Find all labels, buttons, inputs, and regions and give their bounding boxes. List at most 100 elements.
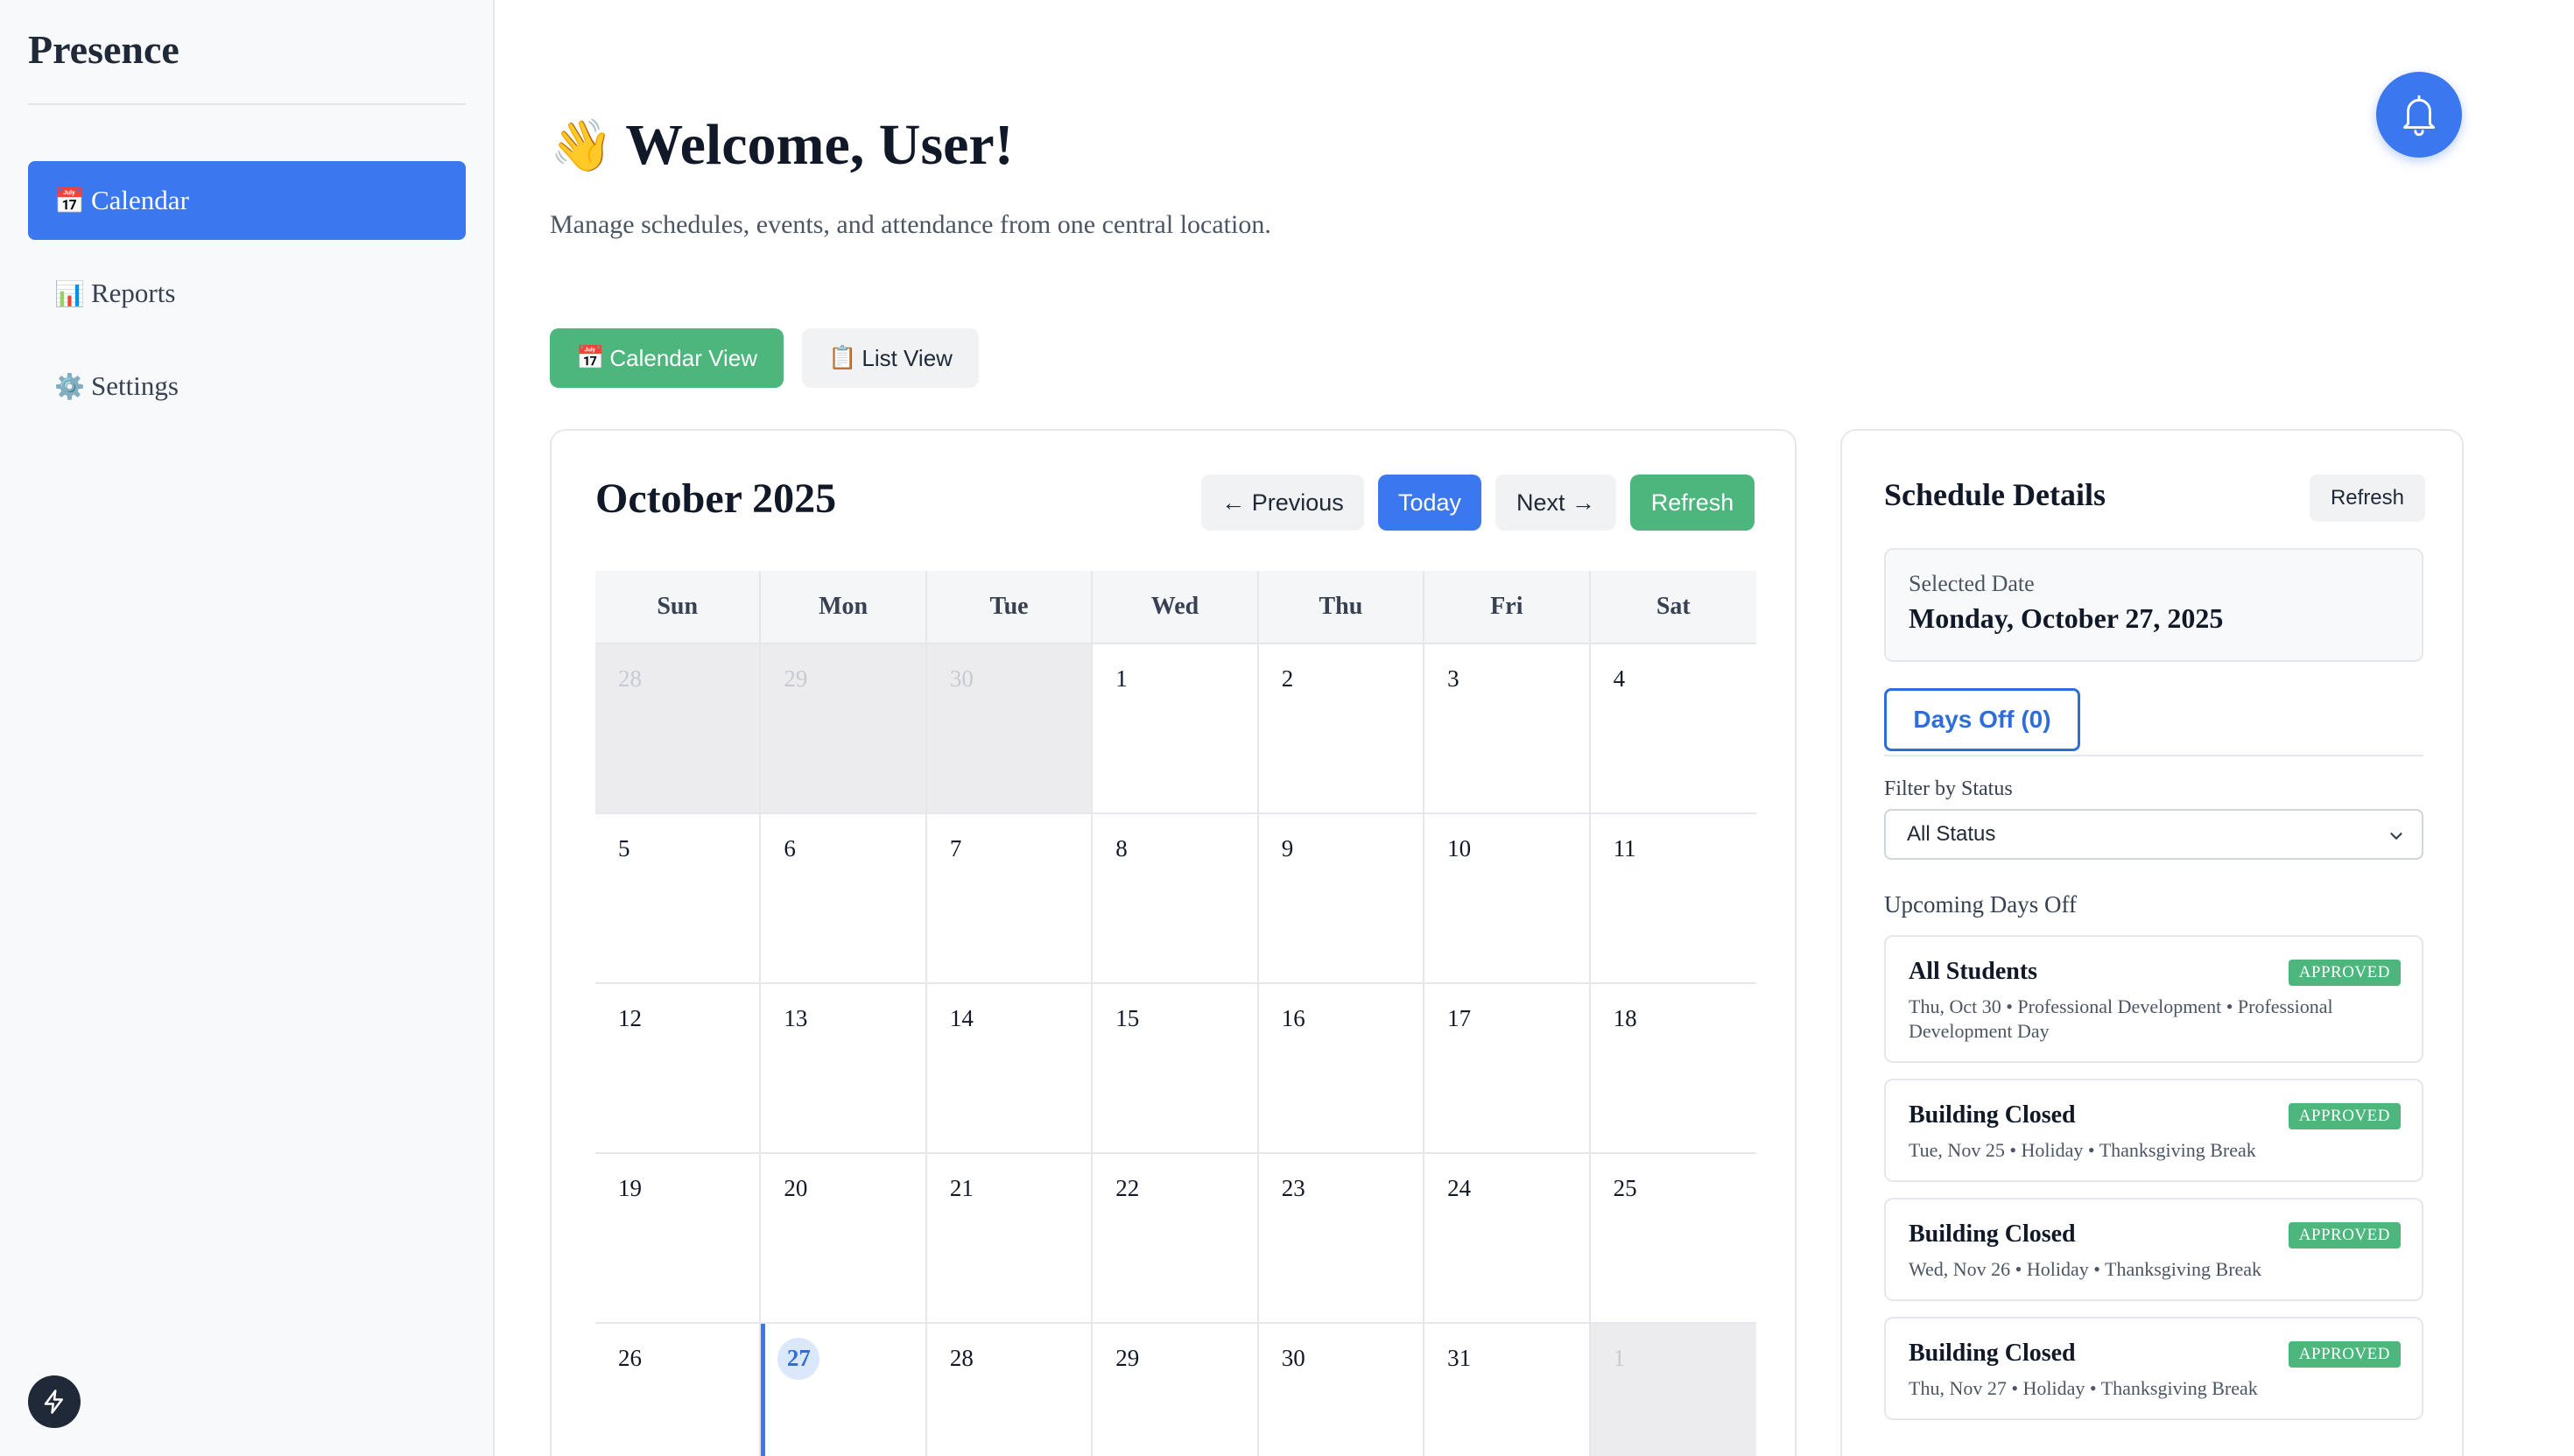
- sidebar-item-calendar[interactable]: 📅 Calendar: [28, 161, 466, 240]
- calendar-day[interactable]: 1: [1093, 644, 1259, 812]
- weekday-label: Sat: [1656, 593, 1691, 620]
- day-off-card[interactable]: Building Closed APPROVED Thu, Nov 27 • H…: [1884, 1317, 2423, 1420]
- day-off-card[interactable]: Building Closed APPROVED Tue, Nov 25 • H…: [1884, 1079, 2423, 1182]
- list-view-label: List View: [862, 344, 953, 371]
- calendar-day[interactable]: 7: [927, 814, 1094, 982]
- selected-date-value: Monday, October 27, 2025: [1909, 602, 2224, 634]
- notifications-button[interactable]: [2376, 72, 2462, 158]
- weekday-label: Wed: [1093, 571, 1259, 643]
- weekday-label: Fri: [1424, 571, 1591, 643]
- calendar-icon: 📅: [576, 345, 605, 371]
- calendar-day[interactable]: 17: [1424, 984, 1591, 1152]
- calendar-grid: Sun Mon Tue Wed Thu Fri Sat 28 29 30 1 2…: [595, 571, 1756, 1456]
- calendar-day[interactable]: 2: [1259, 644, 1425, 812]
- lightning-icon: [44, 1389, 63, 1414]
- calendar-day[interactable]: 19: [595, 1154, 762, 1322]
- status-badge: APPROVED: [2288, 960, 2401, 986]
- sidebar: Presence 📅 Calendar 📊 Reports ⚙️ Setting…: [0, 0, 495, 1456]
- calendar-day[interactable]: 13: [761, 984, 927, 1152]
- calendar-day[interactable]: 25: [1591, 1154, 1756, 1322]
- welcome-text: Welcome, User!: [625, 113, 1014, 177]
- calendar-view-label: Calendar View: [609, 344, 757, 371]
- clipboard-icon: 📋: [828, 345, 857, 371]
- bar-chart-icon: 📊: [54, 278, 85, 308]
- status-badge: APPROVED: [2288, 1341, 2401, 1368]
- calendar-day[interactable]: 28: [927, 1324, 1094, 1456]
- page-title: 👋 Welcome, User!: [550, 112, 1014, 179]
- calendar-day[interactable]: 6: [761, 814, 927, 982]
- calendar-day[interactable]: 15: [1093, 984, 1259, 1152]
- waving-hand-icon: 👋: [550, 115, 614, 175]
- selected-date-box: Selected Date Monday, October 27, 2025: [1884, 548, 2423, 662]
- calendar-day[interactable]: 3: [1424, 644, 1591, 812]
- weekday-label: Sun: [595, 571, 762, 643]
- day-off-meta: Thu, Oct 30 • Professional Development •…: [1909, 995, 2333, 1042]
- bell-icon: [2402, 95, 2436, 137]
- previous-month-button[interactable]: ← Previous: [1201, 475, 1364, 531]
- calendar-day-outside-month[interactable]: 28: [595, 644, 762, 812]
- calendar-day[interactable]: 12: [595, 984, 762, 1152]
- sidebar-item-settings[interactable]: ⚙️ Settings: [28, 347, 466, 426]
- calendar-day-outside-month[interactable]: 1: [1590, 1324, 1756, 1456]
- calendar-icon: 📅: [54, 186, 85, 215]
- status-filter-value: All Status: [1907, 822, 1996, 846]
- day-off-meta: Wed, Nov 26 • Holiday • Thanksgiving Bre…: [1909, 1258, 2262, 1280]
- calendar-day[interactable]: 14: [927, 984, 1094, 1152]
- calendar-day[interactable]: 24: [1424, 1154, 1591, 1322]
- calendar-day[interactable]: 30: [1259, 1324, 1425, 1456]
- calendar-day[interactable]: 5: [595, 814, 762, 982]
- schedule-details-title: Schedule Details: [1884, 477, 2106, 512]
- calendar-day[interactable]: 8: [1093, 814, 1259, 982]
- day-off-card[interactable]: Building Closed APPROVED Wed, Nov 26 • H…: [1884, 1198, 2423, 1301]
- calendar-day-outside-month[interactable]: 30: [926, 644, 1094, 812]
- status-filter-select[interactable]: All Status: [1884, 809, 2423, 860]
- today-date-badge: 27: [777, 1337, 820, 1380]
- tab-days-off[interactable]: Days Off (0): [1884, 688, 2080, 751]
- weekday-label: Tue: [927, 571, 1094, 643]
- calendar-day[interactable]: 29: [1093, 1324, 1259, 1456]
- brand-title: Presence: [28, 27, 179, 72]
- calendar-day[interactable]: 20: [761, 1154, 927, 1322]
- calendar-day[interactable]: 23: [1259, 1154, 1425, 1322]
- calendar-day[interactable]: 11: [1591, 814, 1756, 982]
- calendar-day[interactable]: 26: [595, 1324, 762, 1456]
- gear-icon: ⚙️: [54, 371, 85, 401]
- calendar-day[interactable]: 18: [1591, 984, 1756, 1152]
- calendar-day-selected[interactable]: 27: [761, 1324, 927, 1456]
- day-off-meta: Thu, Nov 27 • Holiday • Thanksgiving Bre…: [1909, 1377, 2258, 1399]
- weekday-label: Mon: [761, 571, 927, 643]
- calendar-week: 5 6 7 8 9 10 11: [595, 812, 1756, 982]
- schedule-refresh-button[interactable]: Refresh: [2310, 475, 2425, 522]
- page-subtitle: Manage schedules, events, and attendance…: [550, 210, 1271, 239]
- calendar-day[interactable]: 4: [1591, 644, 1756, 812]
- today-button[interactable]: Today: [1378, 475, 1481, 531]
- day-off-card[interactable]: All Students APPROVED Thu, Oct 30 • Prof…: [1884, 935, 2423, 1063]
- sidebar-item-reports[interactable]: 📊 Reports: [28, 254, 466, 333]
- calendar-day[interactable]: 10: [1424, 814, 1591, 982]
- calendar-day[interactable]: 31: [1424, 1324, 1591, 1456]
- sidebar-divider: [28, 103, 466, 105]
- calendar-refresh-button[interactable]: Refresh: [1630, 475, 1755, 531]
- calendar-day[interactable]: 9: [1259, 814, 1425, 982]
- calendar-day-outside-month[interactable]: 29: [761, 644, 927, 812]
- filter-status-label: Filter by Status: [1884, 777, 2013, 800]
- list-view-button[interactable]: 📋 List View: [802, 328, 979, 388]
- calendar-week: 19 20 21 22 23 24 25: [595, 1152, 1756, 1322]
- calendar-month-title: October 2025: [595, 475, 837, 522]
- calendar-panel: October 2025 ← Previous Today Next → Ref…: [550, 429, 1797, 1456]
- chevron-down-icon: [2390, 833, 2402, 840]
- calendar-view-button[interactable]: 📅 Calendar View: [550, 328, 784, 388]
- status-badge: APPROVED: [2288, 1222, 2401, 1249]
- calendar-day[interactable]: 22: [1093, 1154, 1259, 1322]
- upcoming-days-off-label: Upcoming Days Off: [1884, 891, 2077, 918]
- next-month-button[interactable]: Next →: [1495, 475, 1616, 531]
- calendar-day[interactable]: 16: [1259, 984, 1425, 1152]
- weekday-label: Thu: [1259, 571, 1425, 643]
- sidebar-item-label: Calendar: [91, 185, 189, 215]
- calendar-week: 28 29 30 1 2 3 4: [595, 643, 1756, 812]
- status-badge: APPROVED: [2288, 1103, 2401, 1129]
- sidebar-item-label: Settings: [91, 370, 179, 401]
- calendar-day[interactable]: 21: [927, 1154, 1094, 1322]
- weekday-header: Sun Mon Tue Wed Thu Fri Sat: [595, 571, 1756, 643]
- bolt-button[interactable]: [28, 1375, 81, 1428]
